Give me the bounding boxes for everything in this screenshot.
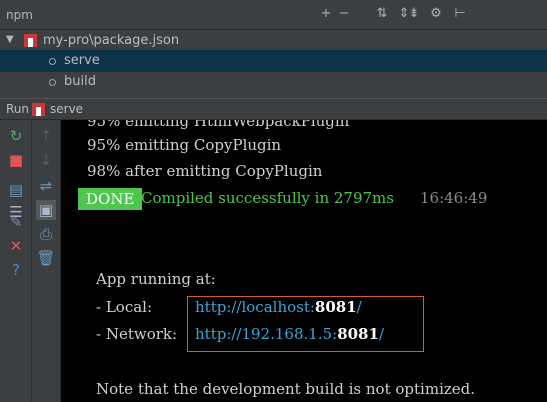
package-json-label: my-pro\package.json	[43, 33, 180, 48]
help-icon[interactable]: ?	[6, 260, 26, 280]
npm-panel-title: npm	[6, 8, 33, 22]
run-panel-title: Run	[6, 102, 30, 116]
hide-panel-icon[interactable]: ⊢	[452, 6, 468, 22]
npm-package-icon	[24, 34, 37, 47]
npm-panel-header: npm + − ⇅ ⇕ ⇟ ⚙ ⊢	[0, 0, 547, 30]
close-icon[interactable]: ✕	[6, 236, 26, 256]
layout-icon[interactable]: ▤	[6, 180, 26, 200]
script-bullet-icon	[49, 58, 56, 65]
npm-run-icon	[32, 103, 45, 116]
tree-row-script-serve[interactable]: serve	[0, 50, 547, 72]
compile-time: 16:46:49	[420, 189, 488, 207]
script-label-serve: serve	[64, 53, 100, 68]
done-badge: DONE	[78, 188, 143, 210]
up-arrow-icon[interactable]: ↑	[36, 126, 56, 146]
npm-script-tree: ▼ my-pro\package.json serve build	[0, 30, 547, 94]
run-tab-label: serve	[50, 102, 84, 116]
console-line: 98% after emitting CopyPlugin	[87, 162, 323, 180]
clear-trash-icon[interactable]: 🗑	[36, 248, 56, 268]
network-label: - Network:	[96, 325, 178, 343]
collapse-all-icon[interactable]: ⇟	[406, 6, 422, 22]
stop-icon[interactable]: ■	[6, 150, 26, 170]
pin-icon[interactable]: ✎	[6, 212, 26, 232]
refresh-icon[interactable]: ⇅	[374, 6, 390, 22]
run-panel-header: Run serve	[0, 98, 547, 120]
soft-wrap-icon[interactable]: ⇌	[36, 176, 56, 196]
run-toolbar-secondary: ↑ ↓ ⇌ ▣ ⎙ 🗑	[32, 120, 61, 402]
console-line: 95% emitting CopyPlugin	[87, 136, 282, 154]
down-arrow-icon[interactable]: ↓	[36, 150, 56, 170]
tree-row-script-build[interactable]: build	[0, 71, 547, 93]
run-toolbar-primary: ↻ ■ ▤ ☰ ✎ ✕ ?	[0, 120, 32, 402]
add-icon[interactable]: +	[318, 6, 334, 22]
console-output[interactable]: 95% emitting HtmlWebpackPlugin 95% emitt…	[61, 120, 547, 402]
url-highlight-box	[187, 296, 424, 352]
script-label-build: build	[64, 74, 96, 89]
console-line: 95% emitting HtmlWebpackPlugin	[87, 120, 350, 130]
remove-icon[interactable]: −	[336, 6, 352, 22]
local-label: - Local:	[96, 298, 153, 316]
compiled-message: Compiled successfully in 2797ms	[141, 189, 394, 207]
scroll-to-end-icon[interactable]: ▣	[36, 200, 56, 220]
rerun-icon[interactable]: ↻	[6, 126, 26, 146]
build-note: Note that the development build is not o…	[96, 380, 476, 398]
app-running-label: App running at:	[96, 270, 216, 288]
expand-arrow-icon[interactable]: ▼	[6, 34, 14, 45]
tree-row-package[interactable]: ▼ my-pro\package.json	[0, 30, 547, 52]
gear-icon[interactable]: ⚙	[428, 6, 444, 22]
print-icon[interactable]: ⎙	[36, 224, 56, 244]
script-bullet-icon	[49, 79, 56, 86]
